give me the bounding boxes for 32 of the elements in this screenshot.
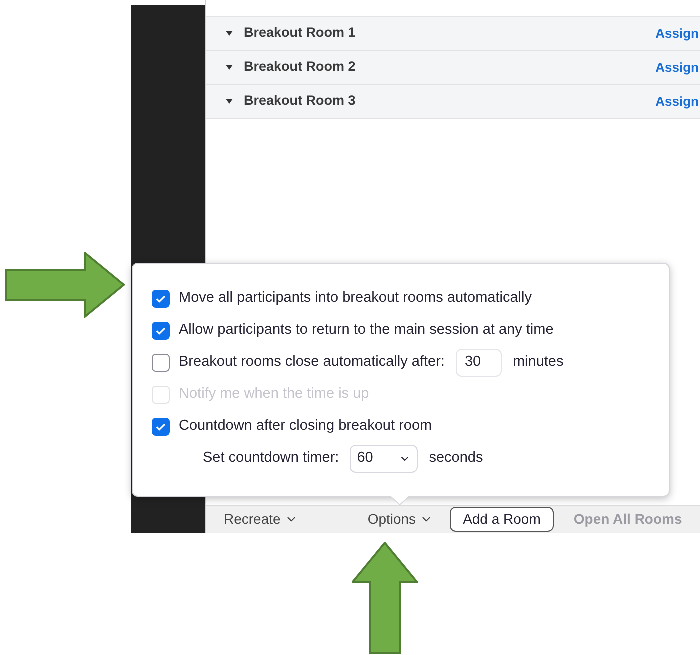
checkbox[interactable]: [152, 354, 170, 372]
caret-icon: [226, 65, 233, 70]
options-button[interactable]: Options: [368, 509, 434, 530]
room-name: Breakout Room 2: [244, 58, 356, 76]
room-row[interactable]: Breakout Room 1 Assign: [206, 17, 700, 51]
option-label: Allow participants to return to the main session at any time: [179, 321, 554, 340]
assign-link[interactable]: Assign: [656, 24, 699, 44]
recreate-button[interactable]: Recreate: [224, 509, 298, 530]
room-row[interactable]: Breakout Room 2 Assign: [206, 51, 700, 85]
checkbox[interactable]: [152, 290, 170, 308]
add-room-button[interactable]: Add a Room: [450, 507, 554, 532]
assign-link[interactable]: Assign: [656, 92, 699, 112]
checkbox[interactable]: [152, 322, 170, 340]
minutes-field[interactable]: 30: [456, 349, 502, 377]
room-name: Breakout Room 1: [244, 24, 356, 42]
countdown-select[interactable]: 60: [350, 445, 418, 473]
room-name: Breakout Room 3: [244, 92, 356, 110]
option-label: Notify me when the time is up: [179, 385, 370, 404]
caret-icon: [226, 31, 233, 36]
option-label: Countdown after closing breakout room: [179, 417, 432, 436]
caret-icon: [226, 99, 233, 104]
countdown-label: Set countdown timer:: [203, 449, 340, 468]
room-row[interactable]: Breakout Room 3 Assign: [206, 85, 700, 119]
option-label: Move all participants into breakout rooms automatically: [179, 289, 532, 308]
assign-link[interactable]: Assign: [656, 58, 699, 78]
checkbox[interactable]: [152, 418, 170, 436]
checkmark-icon: [155, 293, 167, 305]
option-label: Breakout rooms close automatically after:: [179, 353, 445, 372]
unit-label: seconds: [429, 449, 484, 468]
checkmark-icon: [155, 421, 167, 433]
unit-label: minutes: [512, 353, 564, 372]
checkmark-icon: [155, 325, 167, 337]
